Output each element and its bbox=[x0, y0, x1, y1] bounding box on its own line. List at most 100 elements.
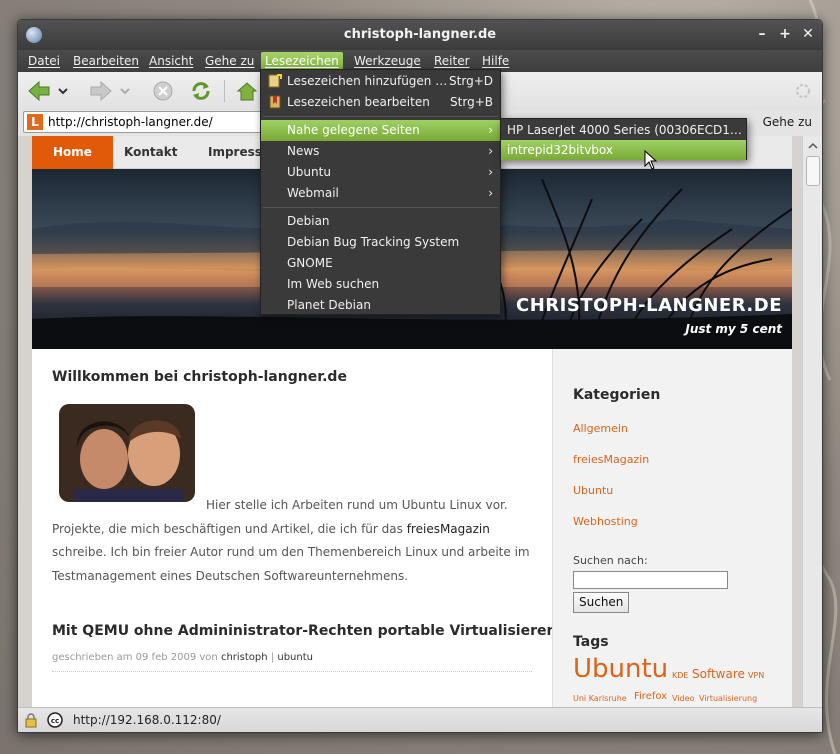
forward-arrow-icon[interactable] bbox=[88, 79, 114, 103]
post-meta-prefix: geschrieben am 09 feb 2009 von bbox=[52, 652, 218, 663]
menu-reiter[interactable]: Reiter bbox=[430, 52, 474, 70]
intro-text: Hier stelle ich Arbeiten rund um Ubuntu … bbox=[52, 494, 532, 588]
tag-ubuntu[interactable]: Ubuntu bbox=[573, 654, 668, 684]
title-bar[interactable]: christoph-langner.de – + ✕ bbox=[18, 20, 822, 50]
menu-separator bbox=[263, 116, 498, 117]
close-icon[interactable]: ✕ bbox=[800, 26, 816, 42]
banner-title[interactable]: CHRISTOPH-LANGNER.DE bbox=[516, 295, 782, 316]
site-favicon-icon: L bbox=[27, 114, 43, 130]
category-freiesmagazin[interactable]: freiesMagazin bbox=[573, 453, 649, 466]
categories-heading: Kategorien bbox=[573, 387, 661, 403]
tag-kde[interactable]: KDE bbox=[672, 671, 688, 680]
add-bookmark-icon bbox=[268, 74, 282, 88]
menu-item-news[interactable]: News › bbox=[261, 141, 500, 162]
submenu-item-intrepid32bitvbox[interactable]: intrepid32bitvbox bbox=[501, 140, 746, 160]
author-photo bbox=[59, 404, 195, 502]
bookmarks-menu: Lesezeichen hinzufügen … Strg+D Lesezeic… bbox=[260, 69, 501, 315]
menu-ansicht[interactable]: Ansicht bbox=[145, 52, 197, 70]
minimize-icon[interactable]: – bbox=[754, 26, 770, 42]
post-author-link[interactable]: christoph bbox=[221, 652, 268, 663]
menu-bearbeiten[interactable]: Bearbeiten bbox=[69, 52, 143, 70]
menu-item-label: Ubuntu bbox=[287, 165, 331, 179]
site-search-input[interactable] bbox=[573, 571, 728, 589]
category-webhosting[interactable]: Webhosting bbox=[573, 515, 638, 528]
menu-item-label: Planet Debian bbox=[287, 298, 371, 312]
intro-line-2-text: Projekte, die mich beschäftigen und Arti… bbox=[52, 521, 407, 536]
reload-icon[interactable] bbox=[188, 79, 214, 103]
mouse-cursor-icon bbox=[644, 150, 658, 170]
menu-item-label: Lesezeichen bearbeiten bbox=[287, 95, 430, 109]
menu-item-debian-bts[interactable]: Debian Bug Tracking System bbox=[261, 232, 500, 253]
post-meta: geschrieben am 09 feb 2009 von christoph… bbox=[52, 652, 532, 672]
scroll-up-icon[interactable] bbox=[807, 140, 819, 152]
menu-item-label: Debian Bug Tracking System bbox=[287, 235, 460, 249]
maximize-icon[interactable]: + bbox=[777, 26, 793, 42]
category-allgemein[interactable]: Allgemein bbox=[573, 422, 628, 435]
post-category-link[interactable]: ubuntu bbox=[277, 652, 313, 663]
menu-item-planet-debian[interactable]: Planet Debian bbox=[261, 295, 500, 316]
nearby-sites-submenu: HP LaserJet 4000 Series (00306ECD1… intr… bbox=[500, 118, 747, 160]
menu-item-label: Lesezeichen hinzufügen … bbox=[287, 74, 448, 88]
banner-subtitle: Just my 5 cent bbox=[685, 322, 782, 336]
menu-separator bbox=[263, 207, 498, 208]
menu-gehe-zu[interactable]: Gehe zu bbox=[201, 52, 258, 70]
scrollbar-thumb[interactable] bbox=[806, 156, 820, 186]
menu-hilfe[interactable]: Hilfe bbox=[478, 52, 513, 70]
search-button[interactable]: Suchen bbox=[573, 592, 630, 613]
tag-virtualisierung[interactable]: Virtualisierung bbox=[699, 694, 757, 703]
back-history-chevron-icon[interactable] bbox=[56, 79, 70, 103]
menu-item-label: GNOME bbox=[287, 256, 333, 270]
submenu-arrow-icon: › bbox=[488, 186, 493, 200]
lock-icon[interactable] bbox=[23, 712, 39, 728]
menu-lesezeichen[interactable]: Lesezeichen bbox=[261, 52, 343, 70]
menu-item-label: Nahe gelegene Seiten bbox=[287, 123, 420, 137]
submenu-arrow-icon: › bbox=[488, 123, 493, 137]
tag-uni-karlsruhe[interactable]: Uni Karlsruhe bbox=[573, 694, 627, 703]
status-bar: cc http://192.168.0.112:80/ bbox=[18, 707, 822, 732]
stop-icon[interactable] bbox=[150, 79, 176, 103]
menu-item-label: Webmail bbox=[287, 186, 339, 200]
tag-software[interactable]: Software bbox=[692, 667, 745, 681]
menu-item-nearby-sites[interactable]: Nahe gelegene Seiten › bbox=[261, 120, 500, 141]
menu-datei[interactable]: Datei bbox=[24, 52, 64, 70]
menu-item-shortcut: Strg+D bbox=[449, 74, 493, 88]
submenu-arrow-icon: › bbox=[488, 165, 493, 179]
url-input[interactable] bbox=[48, 114, 258, 130]
menu-werkzeuge[interactable]: Werkzeuge bbox=[350, 52, 425, 70]
edit-bookmarks-icon bbox=[269, 95, 281, 109]
vertical-scrollbar[interactable] bbox=[802, 136, 822, 709]
menu-item-shortcut: Strg+B bbox=[450, 95, 493, 109]
svg-text:cc: cc bbox=[51, 717, 59, 725]
menu-item-ubuntu[interactable]: Ubuntu › bbox=[261, 162, 500, 183]
toolbar-separator bbox=[224, 80, 225, 102]
menu-item-web-search[interactable]: Im Web suchen bbox=[261, 274, 500, 295]
intro-line-2: Projekte, die mich beschäftigen und Arti… bbox=[52, 518, 532, 542]
nav-kontakt[interactable]: Kontakt bbox=[103, 136, 198, 169]
menu-item-add-bookmark[interactable]: Lesezeichen hinzufügen … Strg+D bbox=[261, 71, 500, 92]
menu-item-debian[interactable]: Debian bbox=[261, 211, 500, 232]
back-arrow-icon[interactable] bbox=[26, 79, 52, 103]
post-meta-separator: | bbox=[270, 652, 275, 663]
nav-home[interactable]: Home bbox=[32, 136, 113, 169]
intro-line-4: Testmanagement eines Deutschen Softwareu… bbox=[52, 568, 409, 583]
menu-item-webmail[interactable]: Webmail › bbox=[261, 183, 500, 204]
tag-vpn[interactable]: VPN bbox=[748, 671, 764, 680]
freiesmagazin-link[interactable]: freiesMagazin bbox=[407, 522, 490, 536]
menu-item-label: News bbox=[287, 144, 320, 158]
menu-item-gnome[interactable]: GNOME bbox=[261, 253, 500, 274]
go-button[interactable]: Gehe zu bbox=[763, 115, 812, 129]
creative-commons-icon[interactable]: cc bbox=[47, 712, 63, 728]
url-field[interactable]: L bbox=[23, 111, 263, 133]
window-title: christoph-langner.de bbox=[343, 27, 497, 42]
category-ubuntu[interactable]: Ubuntu bbox=[573, 484, 613, 497]
submenu-item-hp-laserjet[interactable]: HP LaserJet 4000 Series (00306ECD1… bbox=[501, 120, 746, 140]
menu-item-edit-bookmarks[interactable]: Lesezeichen bearbeiten Strg+B bbox=[261, 92, 500, 113]
intro-line-3: schreibe. Ich bin freier Autor rund um d… bbox=[52, 545, 530, 559]
tag-firefox[interactable]: Firefox bbox=[634, 691, 667, 702]
tag-video[interactable]: Video bbox=[672, 694, 694, 703]
status-text: http://192.168.0.112:80/ bbox=[73, 713, 221, 727]
tags-heading: Tags bbox=[573, 634, 609, 650]
forward-history-chevron-icon[interactable] bbox=[118, 79, 132, 103]
home-icon[interactable] bbox=[234, 79, 260, 103]
post-heading[interactable]: Mit QEMU ohne Admininistrator-Rechten po… bbox=[52, 623, 556, 639]
